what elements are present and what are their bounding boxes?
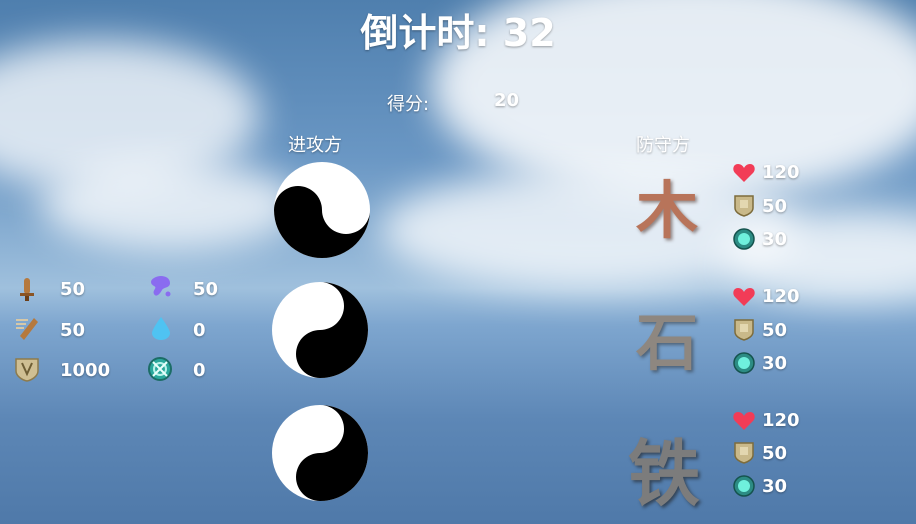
sword-value: 50 (60, 279, 86, 300)
armor-shield-icon (734, 442, 754, 464)
countdown-label: 倒计时: (360, 11, 490, 55)
paint-splash-value: 50 (193, 279, 219, 300)
defender-armor-value: 50 (762, 443, 788, 464)
defender-shield-value: 30 (762, 476, 788, 497)
energy-orb-icon (733, 475, 755, 497)
yin-yang-icon[interactable] (270, 403, 370, 503)
crossed-orb-icon (148, 357, 172, 381)
armor-shield-icon (734, 195, 754, 217)
heart-icon (733, 412, 755, 430)
sword-icon (20, 278, 34, 301)
defender-health-value: 120 (762, 162, 800, 183)
defender-health-value: 120 (762, 410, 800, 431)
crossed-orb-value: 0 (193, 360, 206, 381)
countdown-timer: 倒计时: 32 (0, 2, 916, 57)
shield-crest-icon (15, 358, 39, 382)
game-viewport: 倒计时: 32 得分: 20 进攻方 防守方 50 50 1000 50 0 0… (0, 0, 916, 524)
shield-crest-value: 1000 (60, 360, 111, 381)
defender-armor-value: 50 (762, 320, 788, 341)
score-value: 20 (494, 90, 520, 111)
energy-orb-icon (733, 352, 755, 374)
defender-shield-value: 30 (762, 229, 788, 250)
heart-icon (733, 164, 755, 182)
defender-element-iron[interactable]: 铁 (628, 415, 700, 520)
attacker-title: 进攻方 (288, 135, 342, 156)
armor-shield-icon (734, 319, 754, 341)
yin-yang-icon[interactable] (272, 160, 372, 260)
energy-orb-icon (733, 228, 755, 250)
defender-shield-value: 30 (762, 353, 788, 374)
defender-health-value: 120 (762, 286, 800, 307)
spear-value: 50 (60, 320, 86, 341)
cloud (40, 160, 300, 250)
defender-element-stone[interactable]: 石 (636, 292, 698, 382)
water-drop-value: 0 (193, 320, 206, 341)
paint-splash-icon (151, 275, 171, 297)
score-label: 得分: (387, 94, 430, 115)
yin-yang-icon[interactable] (270, 280, 370, 380)
spear-icon (16, 318, 38, 340)
countdown-value: 32 (502, 11, 556, 55)
heart-icon (733, 288, 755, 306)
defender-armor-value: 50 (762, 196, 788, 217)
water-drop-icon (152, 317, 170, 340)
defender-element-wood[interactable]: 木 (636, 160, 698, 250)
defender-title: 防守方 (636, 135, 690, 156)
